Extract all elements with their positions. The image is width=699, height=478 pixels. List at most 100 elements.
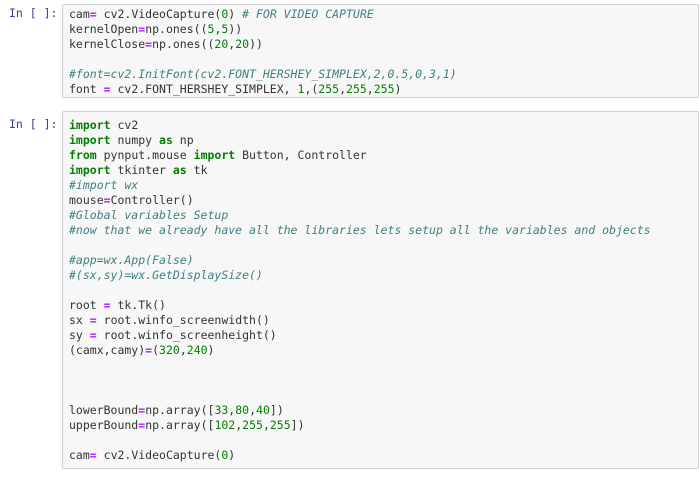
code-token: ]): [269, 403, 284, 417]
code-token: =: [89, 328, 97, 342]
code-token: 80: [235, 403, 250, 417]
code-token: #now that we already have all the librar…: [69, 223, 651, 237]
code-token: 20: [214, 37, 229, 51]
cell-prompt: In [ ]:: [9, 117, 58, 131]
code-token: numpy: [110, 133, 160, 147]
code-line: lowerBound=np.array([33,80,40]): [69, 403, 284, 418]
code-token: ): [228, 448, 236, 462]
code-token: ,: [339, 82, 347, 96]
code-token: cv2.VideoCapture(: [96, 448, 222, 462]
code-token: ]): [290, 418, 305, 432]
code-token: 20: [235, 37, 250, 51]
code-token: 320: [159, 343, 180, 357]
code-token: font: [69, 82, 104, 96]
code-input-area[interactable]: import cv2 import numpy as np from pynput.…: [62, 111, 699, 469]
code-token: #Global variables Setup: [69, 208, 229, 222]
code-token: import: [69, 133, 111, 147]
code-token: sx: [69, 313, 90, 327]
code-token: #app=wx.App(False): [69, 253, 194, 267]
code-token: import: [69, 163, 111, 177]
code-token: 255: [242, 418, 263, 432]
code-token: =: [89, 313, 97, 327]
code-token: (camx,camy): [69, 343, 146, 357]
code-token: #import wx: [69, 178, 139, 192]
code-token: cam: [69, 448, 90, 462]
code-token: import: [69, 118, 111, 132]
code-token: )): [228, 22, 243, 36]
code-token: ): [207, 343, 215, 357]
code-token: cam: [69, 7, 90, 21]
code-token: root: [69, 298, 104, 312]
code-token: tkinter: [110, 163, 173, 177]
code-line: root = tk.Tk(): [69, 298, 166, 313]
code-token: sy: [69, 328, 90, 342]
code-line: sy = root.winfo_screenheight(): [69, 328, 277, 343]
code-token: root.winfo_screenheight(): [96, 328, 277, 342]
code-token: np.ones((: [145, 22, 208, 36]
code-token: np.array([: [145, 418, 215, 432]
code-token: 240: [186, 343, 208, 357]
code-token: Button, Controller: [235, 148, 367, 162]
code-token: import: [193, 148, 236, 162]
code-token: =: [89, 448, 97, 462]
code-token: upperBound: [69, 418, 139, 432]
code-token: )): [249, 37, 263, 51]
code-token: =: [103, 298, 111, 312]
code-line: font = cv2.FONT_HERSHEY_SIMPLEX, 1,(255,…: [69, 82, 401, 97]
code-line: #now that we already have all the librar…: [69, 223, 651, 238]
code-line: from pynput.mouse import Button, Control…: [69, 148, 367, 163]
code-token: 102: [214, 418, 236, 432]
code-token: as: [172, 163, 187, 177]
code-token: 255: [346, 82, 367, 96]
code-token: ): [228, 7, 243, 21]
code-token: np.array([: [145, 403, 215, 417]
code-line: cam= cv2.VideoCapture(0): [69, 448, 235, 463]
code-token: # FOR VIDEO CAPTURE: [242, 7, 374, 21]
code-token: root.winfo_screenwidth(): [96, 313, 270, 327]
code-line: #font=cv2.InitFont(cv2.FONT_HERSHEY_SIMP…: [69, 67, 457, 82]
code-token: =: [89, 7, 97, 21]
code-token: ): [394, 82, 402, 96]
code-token: np.ones((: [152, 37, 215, 51]
code-token: (: [152, 343, 160, 357]
code-token: #(sx,sy)=wx.GetDisplaySize(): [69, 268, 263, 282]
code-token: kernelClose: [69, 37, 146, 51]
code-line: import tkinter as tk: [69, 163, 208, 178]
cell-prompt: In [ ]:: [9, 6, 58, 20]
code-token: tk: [186, 163, 208, 177]
code-token: 40: [256, 403, 270, 417]
code-line: mouse=Controller(): [69, 193, 194, 208]
code-line: upperBound=np.array([102,255,255]): [69, 418, 305, 433]
code-token: np: [172, 133, 194, 147]
code-token: ,: [249, 403, 257, 417]
code-input-area[interactable]: cam= cv2.VideoCapture(0) # FOR VIDEO CAP…: [62, 4, 699, 98]
code-token: =: [103, 193, 111, 207]
code-token: 255: [373, 82, 395, 96]
code-cell-1[interactable]: In [ ]: cam= cv2.VideoCapture(0) # FOR V…: [0, 4, 699, 98]
code-token: lowerBound: [69, 403, 139, 417]
code-token: ,: [262, 418, 270, 432]
code-token: Controller(): [110, 193, 194, 207]
code-token: cv2.FONT_HERSHEY_SIMPLEX,: [110, 82, 298, 96]
code-token: as: [159, 133, 173, 147]
code-token: cv2: [110, 118, 139, 132]
code-cell-2[interactable]: In [ ]: import cv2 import numpy as np from…: [0, 111, 699, 469]
code-token: from: [69, 148, 97, 162]
code-line: #import wx: [69, 178, 138, 193]
code-token: ,: [366, 82, 374, 96]
code-line: (camx,camy)=(320,240): [69, 343, 214, 358]
code-line: #(sx,sy)=wx.GetDisplaySize(): [69, 268, 263, 283]
code-line: kernelOpen=np.ones((5,5)): [69, 22, 242, 37]
code-token: pynput.mouse: [96, 148, 194, 162]
code-line: #Global variables Setup: [69, 208, 228, 223]
code-line: #app=wx.App(False): [69, 253, 194, 268]
code-token: ,(: [304, 82, 319, 96]
code-token: mouse: [69, 193, 104, 207]
code-line: sx = root.winfo_screenwidth(): [69, 313, 270, 328]
code-line: cam= cv2.VideoCapture(0) # FOR VIDEO CAP…: [69, 7, 374, 22]
code-token: tk.Tk(): [110, 298, 166, 312]
code-token: 255: [269, 418, 291, 432]
code-token: 255: [318, 82, 340, 96]
code-token: kernelOpen: [69, 22, 139, 36]
code-line: import cv2: [69, 118, 138, 133]
